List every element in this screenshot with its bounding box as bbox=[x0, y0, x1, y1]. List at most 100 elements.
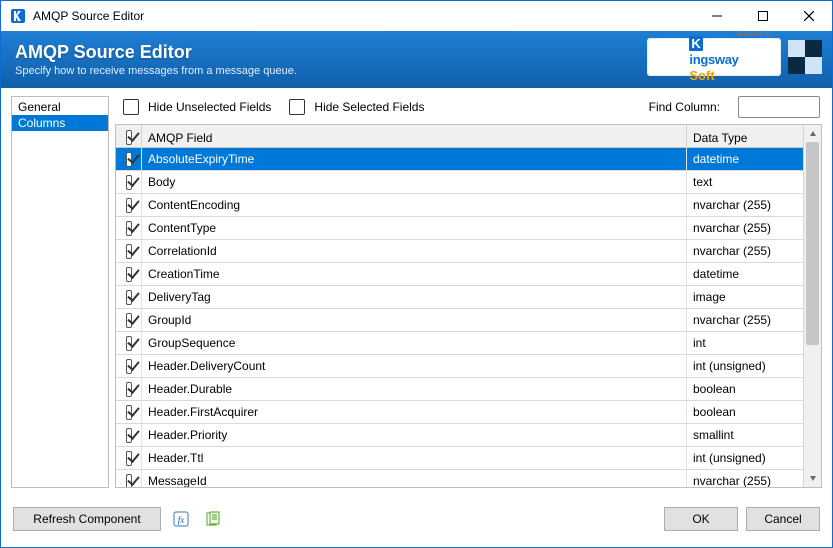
cell-field: Body bbox=[142, 171, 687, 193]
find-column-input[interactable] bbox=[738, 96, 820, 118]
fields-grid: AMQP Field Data Type AbsoluteExpiryTimed… bbox=[115, 124, 822, 488]
cell-data-type: nvarchar (255) bbox=[687, 194, 803, 216]
header-banner: AMQP Source Editor Specify how to receiv… bbox=[1, 31, 832, 88]
row-checkbox[interactable] bbox=[126, 474, 132, 487]
cell-data-type: smallint bbox=[687, 424, 803, 446]
table-row[interactable]: GroupSequenceint bbox=[116, 332, 803, 355]
titlebar: AMQP Source Editor bbox=[1, 1, 832, 31]
svg-text:fx: fx bbox=[178, 515, 185, 525]
row-checkbox[interactable] bbox=[126, 198, 132, 213]
cell-data-type: nvarchar (255) bbox=[687, 240, 803, 262]
row-checkbox[interactable] bbox=[126, 405, 132, 420]
row-checkbox[interactable] bbox=[126, 152, 132, 167]
cell-data-type: nvarchar (255) bbox=[687, 470, 803, 487]
page-subtitle: Specify how to receive messages from a m… bbox=[15, 65, 297, 77]
cell-field: CreationTime bbox=[142, 263, 687, 285]
cell-data-type: int bbox=[687, 332, 803, 354]
row-checkbox[interactable] bbox=[126, 336, 132, 351]
hide-selected-input[interactable] bbox=[289, 99, 305, 115]
scroll-thumb[interactable] bbox=[806, 142, 819, 345]
row-checkbox[interactable] bbox=[126, 428, 132, 443]
cell-field: ContentType bbox=[142, 217, 687, 239]
cell-field: Header.Ttl bbox=[142, 447, 687, 469]
cell-field: DeliveryTag bbox=[142, 286, 687, 308]
hide-selected-label: Hide Selected Fields bbox=[314, 100, 424, 114]
close-button[interactable] bbox=[786, 1, 832, 31]
cell-field: Header.Durable bbox=[142, 378, 687, 400]
header-field[interactable]: AMQP Field bbox=[142, 125, 687, 150]
cell-data-type: boolean bbox=[687, 378, 803, 400]
cell-field: CorrelationId bbox=[142, 240, 687, 262]
scroll-down-icon[interactable] bbox=[804, 470, 821, 487]
table-row[interactable]: ContentEncodingnvarchar (255) bbox=[116, 194, 803, 217]
ok-button[interactable]: OK bbox=[664, 507, 738, 531]
cell-field: ContentEncoding bbox=[142, 194, 687, 216]
cell-field: AbsoluteExpiryTime bbox=[142, 148, 687, 170]
minimize-button[interactable] bbox=[694, 1, 740, 31]
nav-item-columns[interactable]: Columns bbox=[12, 115, 108, 131]
cell-data-type: nvarchar (255) bbox=[687, 217, 803, 239]
cancel-button[interactable]: Cancel bbox=[746, 507, 820, 531]
cell-data-type: boolean bbox=[687, 401, 803, 423]
fx-expression-icon[interactable]: fx bbox=[169, 507, 193, 531]
documentation-icon[interactable] bbox=[201, 507, 225, 531]
page-title: AMQP Source Editor bbox=[15, 42, 297, 63]
row-checkbox[interactable] bbox=[126, 359, 132, 374]
row-checkbox[interactable] bbox=[126, 175, 132, 190]
row-checkbox[interactable] bbox=[126, 451, 132, 466]
cell-field: MessageId bbox=[142, 470, 687, 487]
table-row[interactable]: Header.Ttlint (unsigned) bbox=[116, 447, 803, 470]
cell-data-type: nvarchar (255) bbox=[687, 309, 803, 331]
table-row[interactable]: Bodytext bbox=[116, 171, 803, 194]
row-checkbox[interactable] bbox=[126, 290, 132, 305]
maximize-button[interactable] bbox=[740, 1, 786, 31]
table-row[interactable]: ContentTypenvarchar (255) bbox=[116, 217, 803, 240]
find-column-label: Find Column: bbox=[649, 100, 720, 114]
table-row[interactable]: DeliveryTagimage bbox=[116, 286, 803, 309]
cell-field: Header.Priority bbox=[142, 424, 687, 446]
toolbar: Hide Unselected Fields Hide Selected Fie… bbox=[115, 96, 822, 124]
cell-data-type: int (unsigned) bbox=[687, 447, 803, 469]
window-root: AMQP Source Editor AMQP Source Editor Sp… bbox=[0, 0, 833, 548]
table-row[interactable]: MessageIdnvarchar (255) bbox=[116, 470, 803, 487]
row-checkbox[interactable] bbox=[126, 267, 132, 282]
cell-data-type: image bbox=[687, 286, 803, 308]
footer: Refresh Component fx OK Cancel bbox=[1, 492, 832, 547]
table-row[interactable]: Header.DeliveryCountint (unsigned) bbox=[116, 355, 803, 378]
table-row[interactable]: Header.Prioritysmallint bbox=[116, 424, 803, 447]
table-row[interactable]: CreationTimedatetime bbox=[116, 263, 803, 286]
row-checkbox[interactable] bbox=[126, 221, 132, 236]
kingswaysoft-logo: Powered By K ingsway Soft bbox=[648, 39, 780, 75]
cell-field: Header.FirstAcquirer bbox=[142, 401, 687, 423]
window-title: AMQP Source Editor bbox=[33, 9, 144, 23]
table-row[interactable]: AbsoluteExpiryTimedatetime bbox=[116, 148, 803, 171]
row-checkbox[interactable] bbox=[126, 313, 132, 328]
header-data-type[interactable]: Data Type bbox=[687, 125, 803, 150]
side-nav: GeneralColumns bbox=[11, 96, 109, 488]
cell-data-type: text bbox=[687, 171, 803, 193]
nav-item-general[interactable]: General bbox=[12, 99, 108, 115]
select-all-checkbox[interactable] bbox=[126, 130, 132, 145]
table-row[interactable]: Header.Durableboolean bbox=[116, 378, 803, 401]
table-row[interactable]: CorrelationIdnvarchar (255) bbox=[116, 240, 803, 263]
app-icon bbox=[9, 7, 27, 25]
hide-unselected-input[interactable] bbox=[123, 99, 139, 115]
body: GeneralColumns Hide Unselected Fields Hi… bbox=[1, 88, 832, 492]
scroll-up-icon[interactable] bbox=[804, 125, 821, 142]
refresh-component-button[interactable]: Refresh Component bbox=[13, 507, 161, 531]
cell-field: GroupId bbox=[142, 309, 687, 331]
grid-scrollbar[interactable] bbox=[803, 125, 821, 487]
cell-field: Header.DeliveryCount bbox=[142, 355, 687, 377]
grid-header-row: AMQP Field Data Type bbox=[116, 125, 803, 148]
scroll-track[interactable] bbox=[804, 142, 821, 470]
cell-data-type: datetime bbox=[687, 263, 803, 285]
cell-data-type: datetime bbox=[687, 148, 803, 170]
main-panel: Hide Unselected Fields Hide Selected Fie… bbox=[115, 96, 822, 488]
table-row[interactable]: GroupIdnvarchar (255) bbox=[116, 309, 803, 332]
table-row[interactable]: Header.FirstAcquirerboolean bbox=[116, 401, 803, 424]
row-checkbox[interactable] bbox=[126, 382, 132, 397]
hide-selected-checkbox[interactable]: Hide Selected Fields bbox=[285, 96, 424, 118]
hide-unselected-checkbox[interactable]: Hide Unselected Fields bbox=[119, 96, 271, 118]
secondary-logo bbox=[788, 40, 822, 74]
row-checkbox[interactable] bbox=[126, 244, 132, 259]
